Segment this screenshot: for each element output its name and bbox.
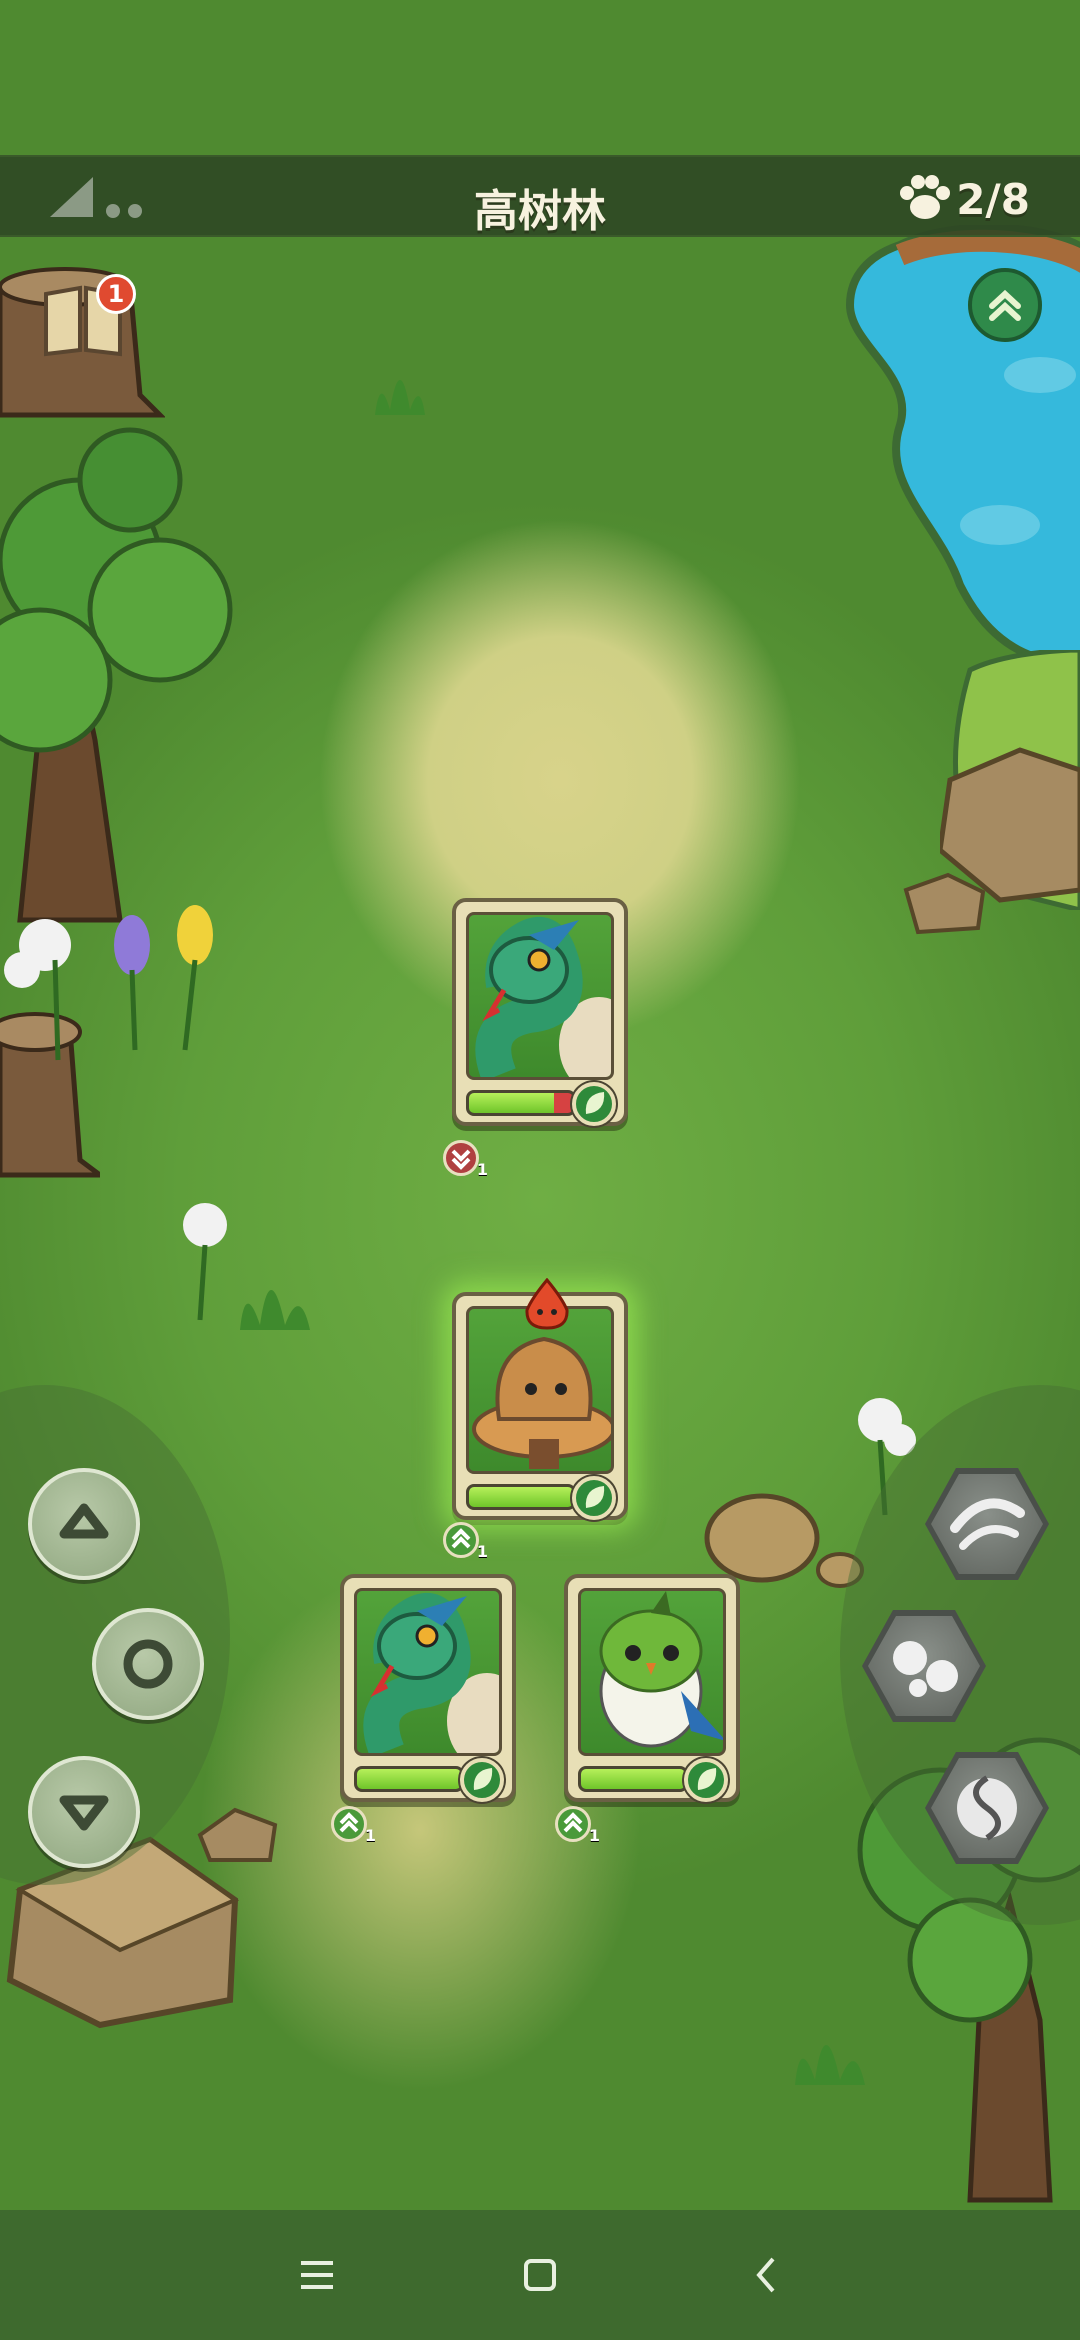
recent-apps-button[interactable]: [287, 2245, 347, 2305]
snake-icon: [363, 1593, 499, 1753]
system-navigation-bar: [0, 2210, 1080, 2340]
enemy-creature-card[interactable]: [452, 898, 628, 1126]
mushroom-portrait: [466, 1306, 614, 1474]
buff-up-icon: 1: [555, 1806, 600, 1845]
parrot-level-text: 1: [588, 1826, 600, 1845]
snake-icon: [475, 917, 611, 1077]
notification-badge: 1: [96, 274, 136, 314]
menu-icon: [301, 2261, 333, 2289]
leaf-element-icon: [572, 1082, 616, 1126]
grass-tuft: [240, 1290, 310, 1330]
rock: [903, 872, 986, 935]
confirm-button[interactable]: [92, 1608, 204, 1720]
debuff-down-icon: 1: [443, 1140, 488, 1179]
grass-tuft: [795, 2045, 865, 2085]
move-up-button[interactable]: [28, 1468, 140, 1580]
flowers: [4, 905, 213, 1061]
enemy-hp-bar: [466, 1090, 576, 1116]
enemy-level-text: 1: [476, 1160, 488, 1179]
game-map: 1 1 1 1 1 高树林 2/8: [0, 0, 1080, 2210]
double-chevron-up-icon: [989, 289, 1021, 321]
parrot-hp-bar: [578, 1766, 688, 1792]
move-down-button[interactable]: [28, 1756, 140, 1868]
parrot-creature-card[interactable]: [564, 1574, 740, 1802]
triangle-up-icon: [59, 1503, 109, 1539]
leaf-element-icon: [684, 1758, 728, 1802]
home-button[interactable]: [510, 2245, 570, 2305]
grass-tuft: [375, 380, 425, 415]
leaf-element-icon: [460, 1758, 504, 1802]
snake-level-text: 1: [364, 1826, 376, 1845]
home-square-icon: [524, 2259, 556, 2291]
fire-spirit-icon: [525, 1278, 569, 1330]
buff-up-icon: 1: [443, 1522, 488, 1561]
snake-hp-bar: [354, 1766, 464, 1792]
top-bar: 高树林 2/8: [0, 155, 1080, 237]
leaf-element-icon: [572, 1476, 616, 1520]
parrot-portrait: [578, 1588, 726, 1756]
party-count-text: 2/8: [956, 174, 1030, 224]
pond: [845, 225, 1080, 666]
parrot-icon: [599, 1591, 723, 1748]
snake-portrait: [354, 1588, 502, 1756]
back-chevron-icon: [756, 2257, 775, 2293]
map-expand-button[interactable]: [968, 268, 1042, 342]
buff-up-icon: 1: [331, 1806, 376, 1845]
tree: [0, 427, 233, 923]
paw-icon: [900, 175, 951, 219]
mushroom-hp-bar: [466, 1484, 576, 1510]
triangle-down-icon: [59, 1795, 109, 1831]
circle-icon: [123, 1639, 173, 1689]
party-counter[interactable]: 2/8: [898, 171, 1030, 227]
mushroom-icon: [472, 1336, 611, 1469]
snake-creature-card[interactable]: [340, 1574, 516, 1802]
back-button[interactable]: [737, 2245, 797, 2305]
mushroom-level-text: 1: [476, 1542, 488, 1561]
snake-portrait: [466, 912, 614, 1080]
journal-button[interactable]: 1: [38, 274, 136, 362]
